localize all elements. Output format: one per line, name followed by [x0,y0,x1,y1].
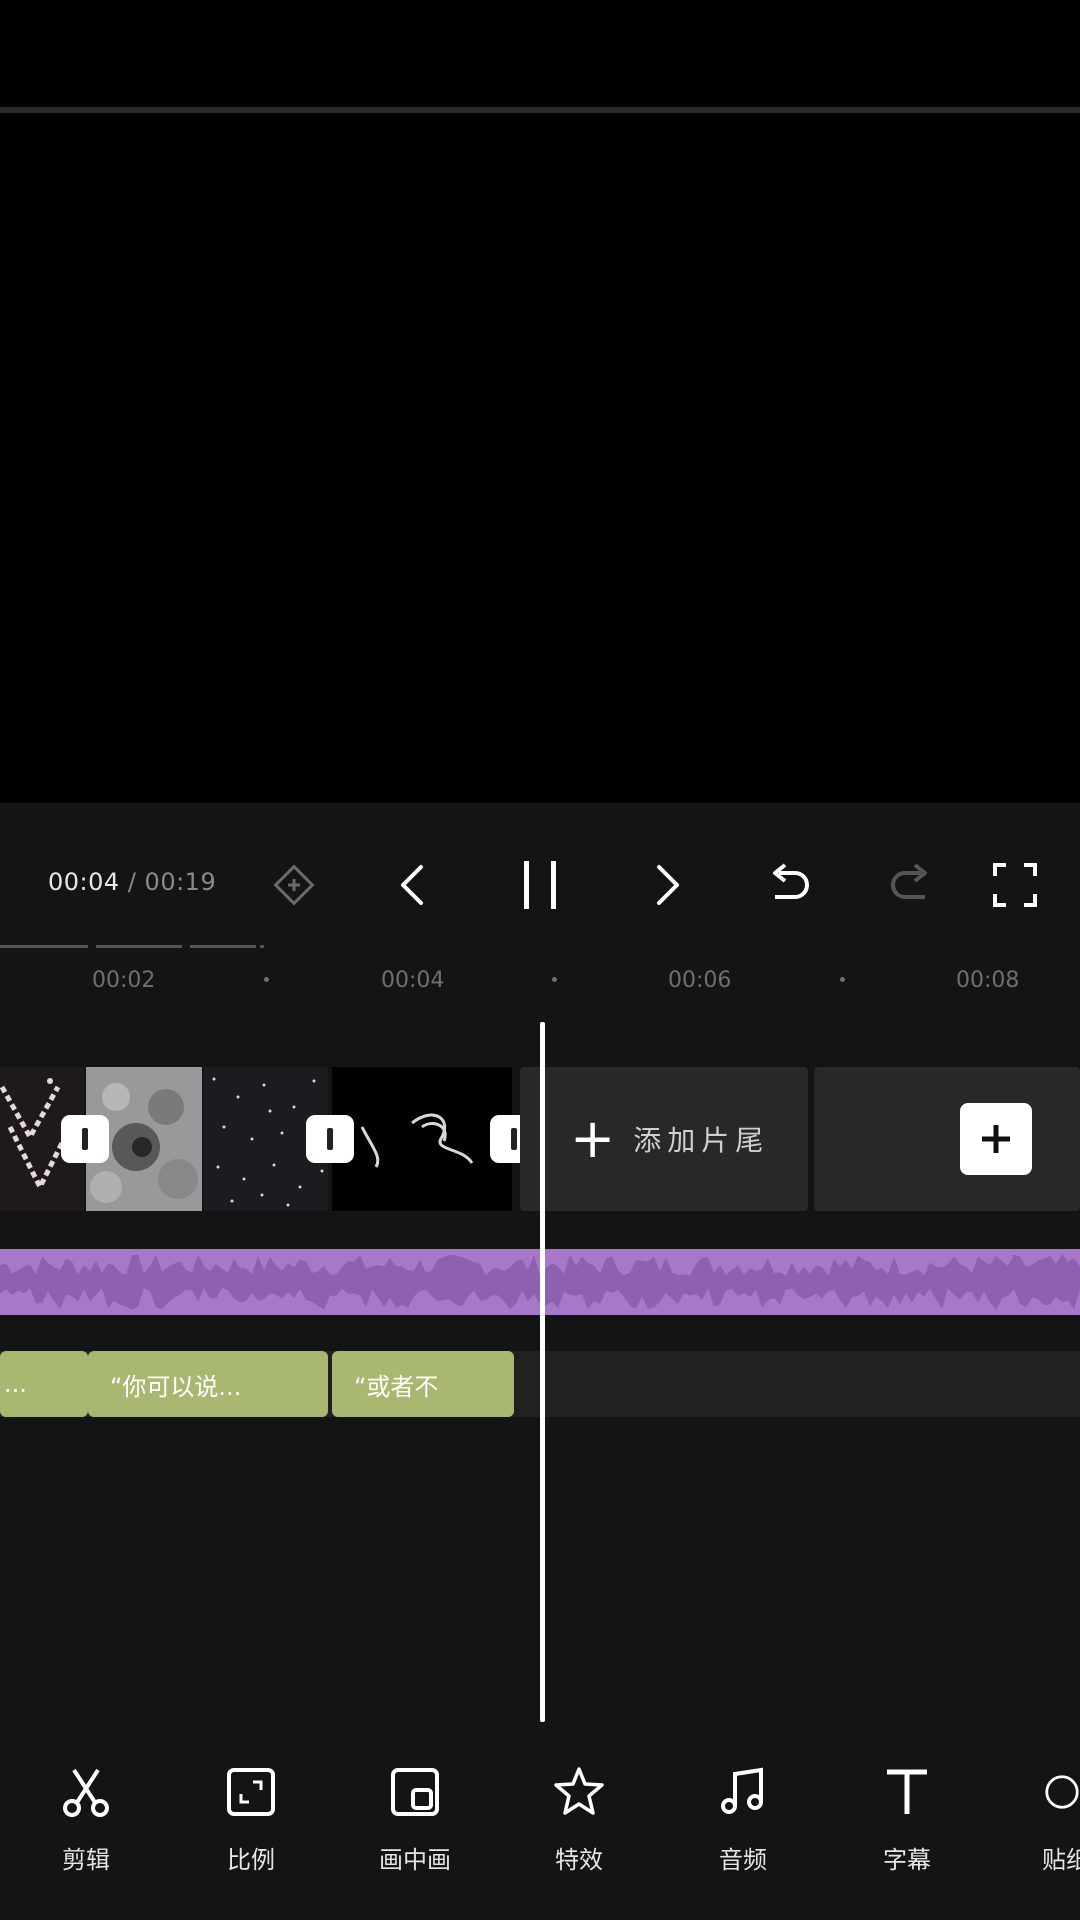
text-clip-label: ... [4,1370,27,1398]
ratio-icon [227,1768,275,1816]
progress-segment [260,945,264,948]
scissors-icon [63,1768,109,1817]
transition-button[interactable] [61,1115,109,1163]
picture-in-picture-icon [391,1768,439,1816]
add-clip-button[interactable] [960,1103,1032,1175]
undo-button[interactable] [754,850,824,920]
sticker-icon [1045,1775,1079,1809]
toolbar-label: 音频 [719,1846,767,1874]
toolbar-item-text[interactable]: 字幕 [847,1762,967,1875]
progress-segment [96,945,182,948]
clip-thumbnail [360,1113,474,1168]
ruler-tick-label: 00:02 [92,968,156,993]
add-ending-button[interactable]: + 添加片尾 [520,1067,808,1211]
video-clip[interactable] [332,1067,512,1211]
ruler-dot [264,977,269,982]
text-clip-label: “你可以说... [110,1372,242,1401]
add-ending-label: 添加片尾 [633,1124,770,1157]
toolbar-label: 画中画 [379,1846,451,1874]
toolbar-label: 特效 [555,1846,603,1874]
fullscreen-button[interactable] [980,850,1050,920]
video-preview[interactable] [0,113,1080,803]
total-time: 00:19 [144,868,217,896]
next-icon [657,865,679,905]
redo-icon [891,863,927,899]
previous-icon [401,865,423,905]
music-note-icon [721,1767,763,1814]
current-time: 00:04 [48,868,120,896]
ruler-dot [840,977,845,982]
redo-button[interactable] [876,850,946,920]
plus-icon: + [570,1107,616,1170]
fullscreen-icon [993,863,1037,907]
effects-star-icon [554,1767,604,1815]
toolbar-item-edit[interactable]: 剪辑 [26,1762,146,1875]
toolbar-item-effects[interactable]: 特效 [519,1762,639,1875]
add-clip-area [814,1067,1080,1211]
plus-icon [982,1125,1010,1153]
text-icon [887,1769,927,1814]
toolbar-label: 比例 [227,1846,275,1874]
ruler-tick-label: 00:04 [381,968,445,993]
toolbar-label: 贴纸 [1042,1846,1080,1874]
toolbar-item-sticker[interactable]: 贴纸 [1000,1762,1080,1875]
timecode: 00:04 / 00:19 [48,868,216,896]
progress-segment [190,945,256,948]
text-clip[interactable]: “你可以说... [88,1351,328,1417]
text-clip[interactable]: “或者不 [332,1351,514,1417]
pause-button[interactable] [505,850,575,920]
toolbar-label: 字幕 [883,1846,931,1874]
playhead[interactable] [540,1022,545,1722]
undo-icon [773,863,809,899]
toolbar-item-audio[interactable]: 音频 [683,1762,803,1875]
ruler-tick-label: 00:08 [956,968,1020,993]
transition-button[interactable] [306,1115,354,1163]
keyframe-icon [273,864,315,906]
pause-icon [524,861,556,909]
previous-button[interactable] [378,850,448,920]
keyframe-button[interactable] [259,850,329,920]
next-button[interactable] [632,850,702,920]
ruler-tick-label: 00:06 [668,968,732,993]
progress-segment [0,945,88,948]
toolbar-item-ratio[interactable]: 比例 [191,1762,311,1875]
text-clip-label: “或者不 [354,1372,439,1401]
toolbar-item-pip[interactable]: 画中画 [355,1762,475,1875]
toolbar-label: 剪辑 [62,1846,110,1874]
text-clip[interactable]: ... [0,1351,88,1417]
ruler-dot [552,977,557,982]
